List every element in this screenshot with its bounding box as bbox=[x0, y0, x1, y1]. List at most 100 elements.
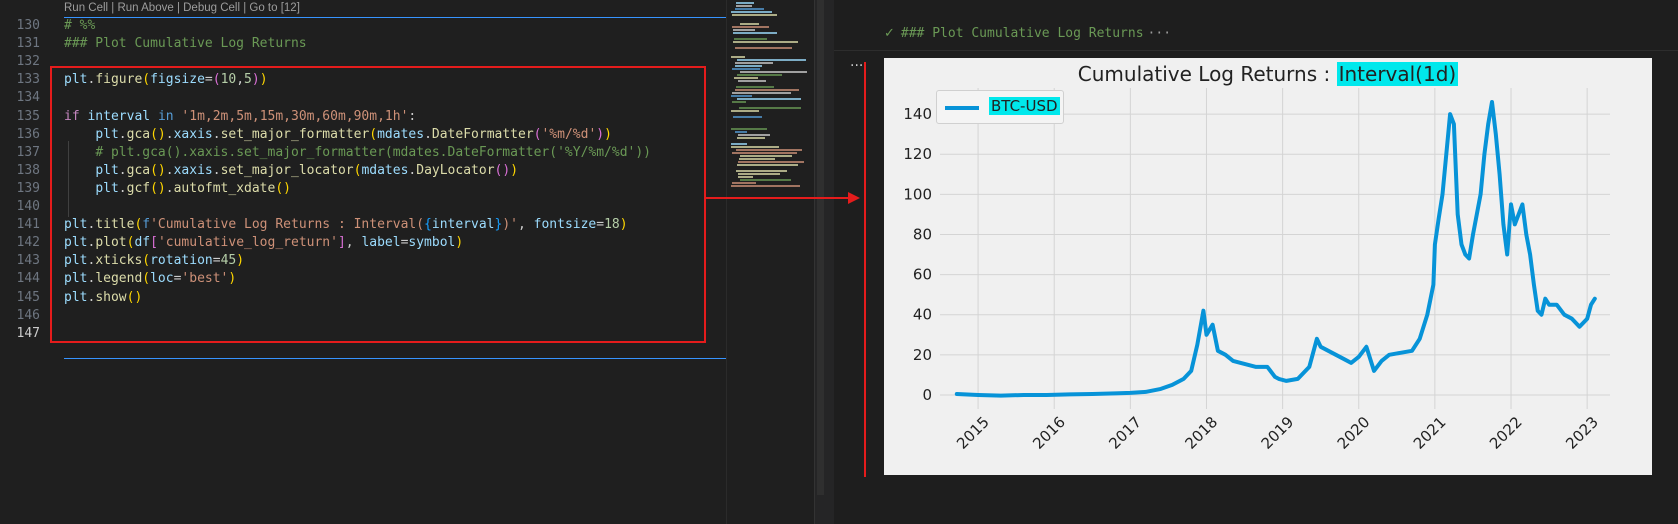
x-tick-label: 2019 bbox=[1258, 413, 1298, 453]
minimap-line bbox=[731, 185, 800, 187]
minimap-line bbox=[740, 179, 791, 181]
line-number: 141 bbox=[16, 217, 40, 233]
minimap-line bbox=[732, 14, 777, 16]
x-tick-label: 2021 bbox=[1410, 413, 1450, 453]
minimap-line bbox=[732, 68, 760, 70]
line-number: 134 bbox=[16, 90, 40, 106]
y-tick-label: 60 bbox=[913, 266, 932, 284]
line-number: 140 bbox=[16, 199, 40, 214]
code-editor[interactable]: Run Cell | Run Above | Debug Cell | Go t… bbox=[0, 0, 726, 524]
minimap-line bbox=[731, 11, 772, 13]
y-tick-label: 40 bbox=[913, 306, 932, 324]
y-tick-label: 80 bbox=[913, 225, 932, 243]
y-tick-label: 100 bbox=[903, 185, 932, 203]
minimap-line bbox=[736, 2, 754, 4]
series-line-btc-usd bbox=[954, 100, 1597, 398]
minimap-line bbox=[736, 149, 802, 151]
code-token: ### Plot Cumulative Log Returns bbox=[64, 36, 307, 52]
minimap-line bbox=[733, 41, 798, 43]
minimap-line bbox=[735, 89, 799, 91]
minimap-line bbox=[733, 116, 762, 118]
minimap-line bbox=[737, 137, 765, 139]
annotation-arrow-line bbox=[706, 197, 852, 199]
minimap-line bbox=[738, 134, 770, 136]
minimap-line bbox=[735, 65, 762, 67]
minimap-line bbox=[732, 152, 797, 154]
minimap-line bbox=[736, 86, 774, 88]
minimap-line bbox=[740, 71, 807, 73]
line-number: 142 bbox=[16, 235, 40, 251]
minimap-line bbox=[731, 146, 779, 148]
chart-legend: BTC-USD bbox=[936, 90, 1064, 124]
chart-title: Cumulative Log Returns : Interval(1d) bbox=[884, 62, 1652, 86]
y-tick-label: 0 bbox=[922, 386, 932, 404]
line-number: 139 bbox=[16, 180, 40, 196]
check-icon: ✓ bbox=[884, 26, 895, 41]
output-focus-bar bbox=[864, 62, 866, 477]
line-number: 132 bbox=[16, 54, 40, 70]
line-number: 135 bbox=[16, 108, 40, 124]
minimap-line bbox=[736, 170, 787, 172]
minimap-line bbox=[731, 56, 745, 58]
x-tick-label: 2018 bbox=[1181, 413, 1221, 453]
minimap-line bbox=[734, 77, 758, 79]
output-cell-header[interactable]: ✓ ### Plot Cumulative Log Returns ··· bbox=[884, 26, 1171, 41]
minimap[interactable] bbox=[726, 0, 815, 524]
minimap-line bbox=[738, 173, 780, 175]
line-number: 143 bbox=[16, 253, 40, 269]
highlight-box bbox=[50, 66, 706, 343]
minimap-line bbox=[733, 32, 777, 34]
cell-codelens[interactable]: Run Cell | Run Above | Debug Cell | Go t… bbox=[64, 2, 300, 14]
line-number: 144 bbox=[16, 271, 40, 287]
annotation-arrow-head bbox=[848, 192, 860, 204]
minimap-line bbox=[739, 107, 801, 109]
minimap-line bbox=[732, 26, 769, 28]
minimap-line bbox=[737, 98, 801, 100]
minimap-line bbox=[736, 5, 752, 7]
scrollbar-thumb[interactable] bbox=[817, 0, 824, 495]
minimap-line bbox=[738, 161, 804, 163]
minimap-line bbox=[735, 62, 773, 64]
more-icon[interactable]: ··· bbox=[1148, 26, 1171, 41]
minimap-line bbox=[731, 143, 747, 145]
line-number: 136 bbox=[16, 126, 40, 142]
output-actions-icon[interactable]: ··· bbox=[850, 58, 863, 74]
line-number: 147 bbox=[16, 325, 40, 341]
line-number: 137 bbox=[16, 144, 40, 160]
minimap-line bbox=[731, 128, 767, 130]
minimap-line bbox=[735, 47, 792, 49]
minimap-line bbox=[731, 110, 759, 112]
line-number: 145 bbox=[16, 289, 40, 305]
output-header-text: ### Plot Cumulative Log Returns bbox=[900, 26, 1144, 41]
minimap-line bbox=[740, 23, 759, 25]
x-tick-label: 2020 bbox=[1334, 413, 1374, 453]
minimap-line bbox=[737, 74, 782, 76]
minimap-line bbox=[739, 158, 775, 160]
minimap-line bbox=[732, 101, 746, 103]
minimap-line bbox=[735, 131, 747, 133]
legend-swatch bbox=[945, 106, 979, 110]
x-tick-label: 2015 bbox=[953, 413, 993, 453]
minimap-line bbox=[738, 176, 753, 178]
minimap-line bbox=[733, 29, 755, 31]
minimap-line bbox=[740, 155, 792, 157]
output-separator bbox=[834, 50, 1678, 51]
line-number: 131 bbox=[16, 36, 40, 52]
code-line[interactable]: 131 ### Plot Cumulative Log Returns bbox=[0, 34, 726, 53]
x-tick-label: 2022 bbox=[1486, 413, 1526, 453]
plot-image: 0 20 40 60 80 100 120 140 2015 2016 2017 2018 2019 20… bbox=[884, 58, 1652, 475]
x-tick-label: 2016 bbox=[1029, 413, 1069, 453]
y-tick-label: 20 bbox=[913, 346, 932, 364]
line-number: 133 bbox=[16, 72, 40, 88]
chart-title-highlight: Interval(1d) bbox=[1336, 62, 1459, 86]
minimap-line bbox=[735, 8, 764, 10]
x-tick-label: 2017 bbox=[1105, 413, 1145, 453]
x-tick-label: 2023 bbox=[1562, 413, 1602, 453]
chart-title-text: Cumulative Log Returns : bbox=[1077, 62, 1337, 86]
legend-label: BTC-USD bbox=[989, 97, 1060, 115]
code-line[interactable]: 130 # %% bbox=[0, 16, 726, 35]
minimap-line bbox=[732, 92, 791, 94]
line-number: 146 bbox=[16, 307, 40, 323]
y-tick-label: 140 bbox=[903, 105, 932, 123]
code-text: # %% bbox=[64, 16, 95, 35]
